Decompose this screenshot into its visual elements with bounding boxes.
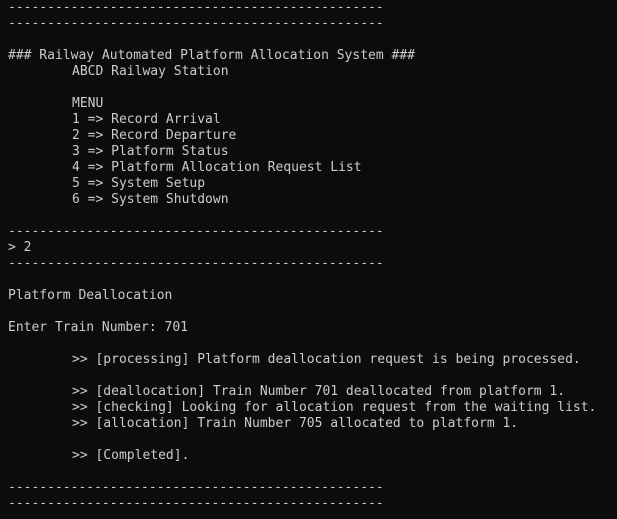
console-window[interactable]: ----------------------------------------… (0, 0, 617, 519)
menu-item-request-list: 4 => Platform Allocation Request List (72, 160, 362, 175)
separator-line: ----------------------------------------… (8, 16, 384, 31)
separator-line: ----------------------------------------… (8, 256, 384, 271)
train-number-input-line[interactable]: Enter Train Number: 701 (8, 320, 617, 336)
separator-line: ----------------------------------------… (8, 0, 384, 15)
log-completed: >> [Completed]. (72, 448, 190, 463)
menu-item-system-shutdown: 6 => System Shutdown (72, 192, 229, 207)
log-deallocation: >> [deallocation] Train Number 701 deall… (72, 384, 566, 399)
menu-item-platform-status: 3 => Platform Status (72, 144, 229, 159)
menu-item-system-setup: 5 => System Setup (72, 176, 206, 191)
separator-line: ----------------------------------------… (8, 480, 384, 495)
menu-item-record-arrival: 1 => Record Arrival (72, 112, 221, 127)
separator-line: ----------------------------------------… (8, 224, 384, 239)
command-input-line[interactable]: > 2 (8, 240, 617, 256)
log-allocation: >> [allocation] Train Number 705 allocat… (72, 416, 519, 431)
app-title: ### Railway Automated Platform Allocatio… (8, 48, 415, 63)
menu-heading: MENU (72, 96, 104, 111)
separator-line: ----------------------------------------… (8, 496, 384, 511)
station-name: ABCD Railway Station (72, 64, 229, 79)
menu-item-record-departure: 2 => Record Departure (72, 128, 237, 143)
section-title: Platform Deallocation (8, 288, 173, 303)
log-checking: >> [checking] Looking for allocation req… (72, 400, 597, 415)
log-processing: >> [processing] Platform deallocation re… (72, 352, 581, 367)
